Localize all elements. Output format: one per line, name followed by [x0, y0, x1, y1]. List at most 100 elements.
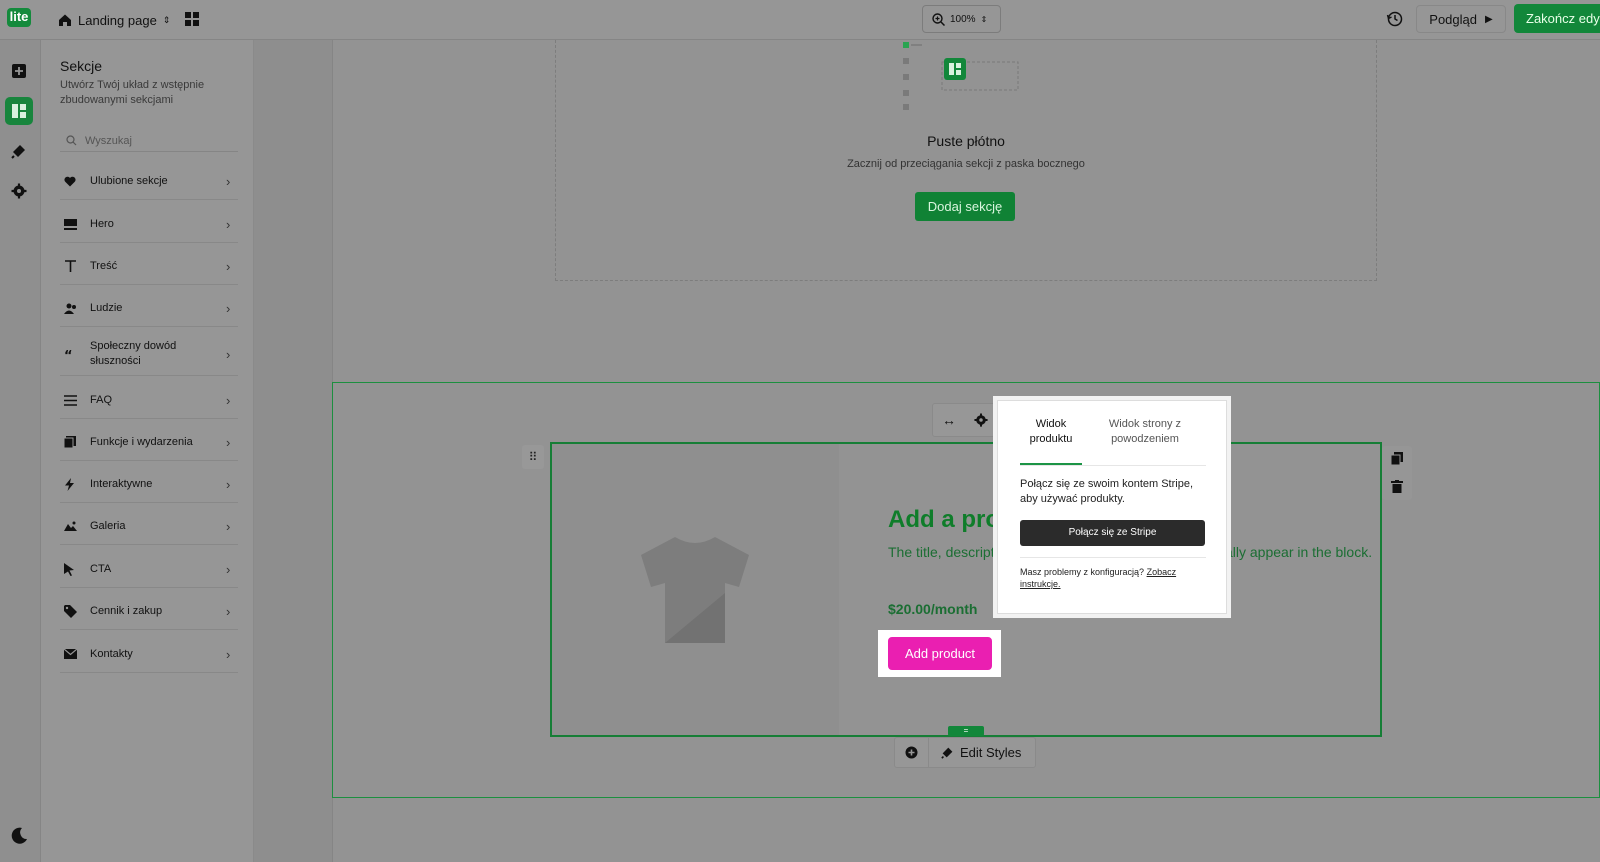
section-item[interactable]: FAQ › — [60, 382, 238, 419]
tshirt-icon — [641, 537, 749, 643]
gear-icon[interactable] — [974, 413, 988, 427]
svg-text:“: “ — [64, 350, 73, 359]
duplicate-icon[interactable] — [1391, 452, 1403, 465]
empty-canvas-title: Puste płótno — [927, 133, 1005, 149]
sections-button[interactable] — [5, 97, 33, 125]
search-icon — [66, 135, 77, 146]
product-description-left[interactable]: The title, descript — [888, 544, 995, 560]
tab-divider — [1020, 465, 1206, 466]
chevron-right-icon: › — [226, 216, 231, 232]
stripe-message: Połącz się ze swoim kontem Stripe, aby u… — [1020, 478, 1194, 505]
finish-editing-button[interactable]: Zakończ edy — [1514, 4, 1600, 33]
help-prefix: Masz problemy z konfiguracją? — [1020, 567, 1145, 577]
layout-icon — [12, 104, 26, 118]
chevron-right-icon: › — [226, 518, 231, 534]
add-product-button[interactable]: Add product — [888, 637, 992, 670]
section-item[interactable]: Ulubione sekcje › — [60, 163, 238, 200]
section-item[interactable]: Kontakty › — [60, 636, 238, 673]
popup-divider — [1020, 557, 1206, 558]
cursor-icon — [60, 562, 84, 576]
section-search[interactable]: Wyszukaj — [60, 130, 238, 152]
chevron-right-icon: › — [226, 476, 231, 492]
help-text: Masz problemy z konfiguracją? Zobacz ins… — [1020, 566, 1208, 590]
section-item[interactable]: “ Społeczny dowód słuszności › — [60, 333, 238, 376]
section-item[interactable]: Hero › — [60, 206, 238, 243]
section-item-label: Ulubione sekcje — [90, 174, 168, 187]
section-item-label: Cennik i zakup — [90, 604, 163, 617]
empty-canvas-subtitle: Zacznij od przeciągania sekcji z paska b… — [847, 158, 1085, 170]
panel-subtitle: Utwórz Twój układ z wstępnie zbudowanymi… — [60, 79, 205, 106]
chevron-right-icon: › — [226, 646, 231, 662]
people-icon — [60, 303, 84, 314]
section-item[interactable]: Funkcje i wydarzenia › — [60, 424, 238, 461]
tag-icon — [60, 604, 84, 618]
resize-handle[interactable]: = — [948, 726, 984, 736]
tab-success-view[interactable]: Widok strony z powodzeniem — [1100, 417, 1190, 447]
zoom-icon — [932, 12, 945, 26]
image-icon — [60, 521, 84, 531]
empty-canvas-illustration — [903, 40, 1030, 112]
gear-icon — [11, 183, 27, 199]
bottom-toolbar: Edit Styles — [894, 737, 1036, 768]
history-icon[interactable] — [1386, 10, 1404, 28]
zoom-value: 100% — [950, 13, 976, 25]
add-block-button[interactable] — [895, 737, 929, 768]
paint-icon — [11, 145, 25, 159]
block-side-tools — [1382, 446, 1412, 500]
chevron-right-icon: › — [226, 346, 231, 362]
section-item-label: Społeczny dowód słuszności — [90, 340, 177, 367]
page-name: Landing page — [78, 12, 157, 28]
tab-product-view[interactable]: Widok produktu — [1020, 417, 1082, 447]
product-title[interactable]: Add a pro — [888, 506, 1000, 534]
dark-mode-icon[interactable] — [9, 826, 29, 846]
page-selector[interactable]: Landing page ⇕ — [58, 10, 170, 30]
section-item-label: Galeria — [90, 519, 126, 532]
pages-grid-icon[interactable] — [185, 12, 199, 26]
section-item[interactable]: Ludzie › — [60, 290, 238, 327]
chevron-right-icon: › — [226, 561, 231, 577]
mail-icon — [60, 649, 84, 659]
bolt-icon — [60, 477, 84, 491]
play-icon: ▶ — [1485, 13, 1493, 25]
product-price[interactable]: $20.00/month — [888, 601, 977, 617]
section-item-label: Kontakty — [90, 647, 133, 660]
chevron-right-icon: › — [226, 258, 231, 274]
section-item[interactable]: Galeria › — [60, 508, 238, 545]
section-item[interactable]: Interaktywne › — [60, 466, 238, 503]
preview-button[interactable]: Podgląd ▶ — [1416, 5, 1506, 33]
panel-title: Sekcje — [60, 58, 103, 74]
preview-label: Podgląd — [1429, 11, 1477, 27]
app-logo[interactable]: lite — [7, 8, 31, 27]
zoom-selector[interactable]: 100% ⇕ — [922, 5, 1001, 33]
hero-icon — [60, 218, 84, 230]
plus-circle-icon — [905, 746, 918, 759]
chevron-right-icon: › — [226, 300, 231, 316]
paint-icon — [941, 747, 953, 759]
search-placeholder: Wyszukaj — [85, 134, 132, 147]
chevron-right-icon: › — [226, 173, 231, 189]
drag-handle-icon[interactable]: ⠿ — [522, 445, 544, 469]
features-icon — [60, 436, 84, 448]
top-bar — [0, 0, 1600, 40]
resize-horizontal-icon[interactable]: ↔ — [942, 412, 956, 428]
chevron-right-icon: › — [226, 434, 231, 450]
section-item[interactable]: CTA › — [60, 551, 238, 588]
add-element-button[interactable] — [5, 57, 33, 85]
section-item[interactable]: Cennik i zakup › — [60, 593, 238, 630]
list-icon — [60, 394, 84, 406]
product-settings-popup: Widok produktu Widok strony z powodzenie… — [997, 400, 1227, 614]
plus-square-icon — [12, 64, 26, 78]
settings-button[interactable] — [5, 177, 33, 205]
edit-styles-label: Edit Styles — [960, 745, 1022, 760]
quote-icon: “ — [60, 350, 84, 359]
styles-button[interactable] — [5, 137, 33, 165]
connect-stripe-button[interactable]: Połącz się ze Stripe — [1020, 520, 1205, 546]
product-description-right[interactable]: cally appear in the block. — [1218, 544, 1372, 560]
add-section-button[interactable]: Dodaj sekcję — [915, 192, 1015, 221]
edit-styles-button[interactable]: Edit Styles — [929, 745, 1021, 760]
updown-icon: ⇕ — [162, 14, 171, 25]
section-item-label: CTA — [90, 562, 112, 575]
trash-icon[interactable] — [1391, 480, 1403, 493]
section-item[interactable]: Treść › — [60, 248, 238, 285]
section-item-label: Ludzie — [90, 301, 123, 314]
